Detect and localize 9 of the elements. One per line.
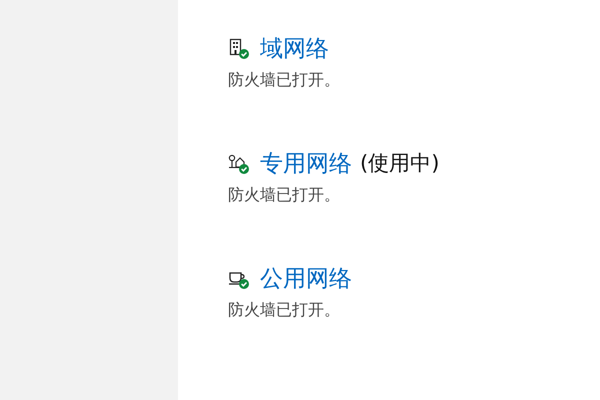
firewall-status: 防火墙已打开。 (228, 70, 341, 91)
network-link[interactable]: 专用网络 (260, 148, 352, 178)
firewall-status: 防火墙已打开。 (228, 300, 341, 321)
in-use-label: (使用中) (360, 150, 440, 177)
house-icon (228, 153, 250, 175)
network-link[interactable]: 公用网络 (260, 262, 352, 294)
firewall-status: 防火墙已打开。 (228, 185, 341, 206)
building-icon (228, 38, 250, 60)
network-link[interactable]: 域网络 (260, 32, 329, 64)
